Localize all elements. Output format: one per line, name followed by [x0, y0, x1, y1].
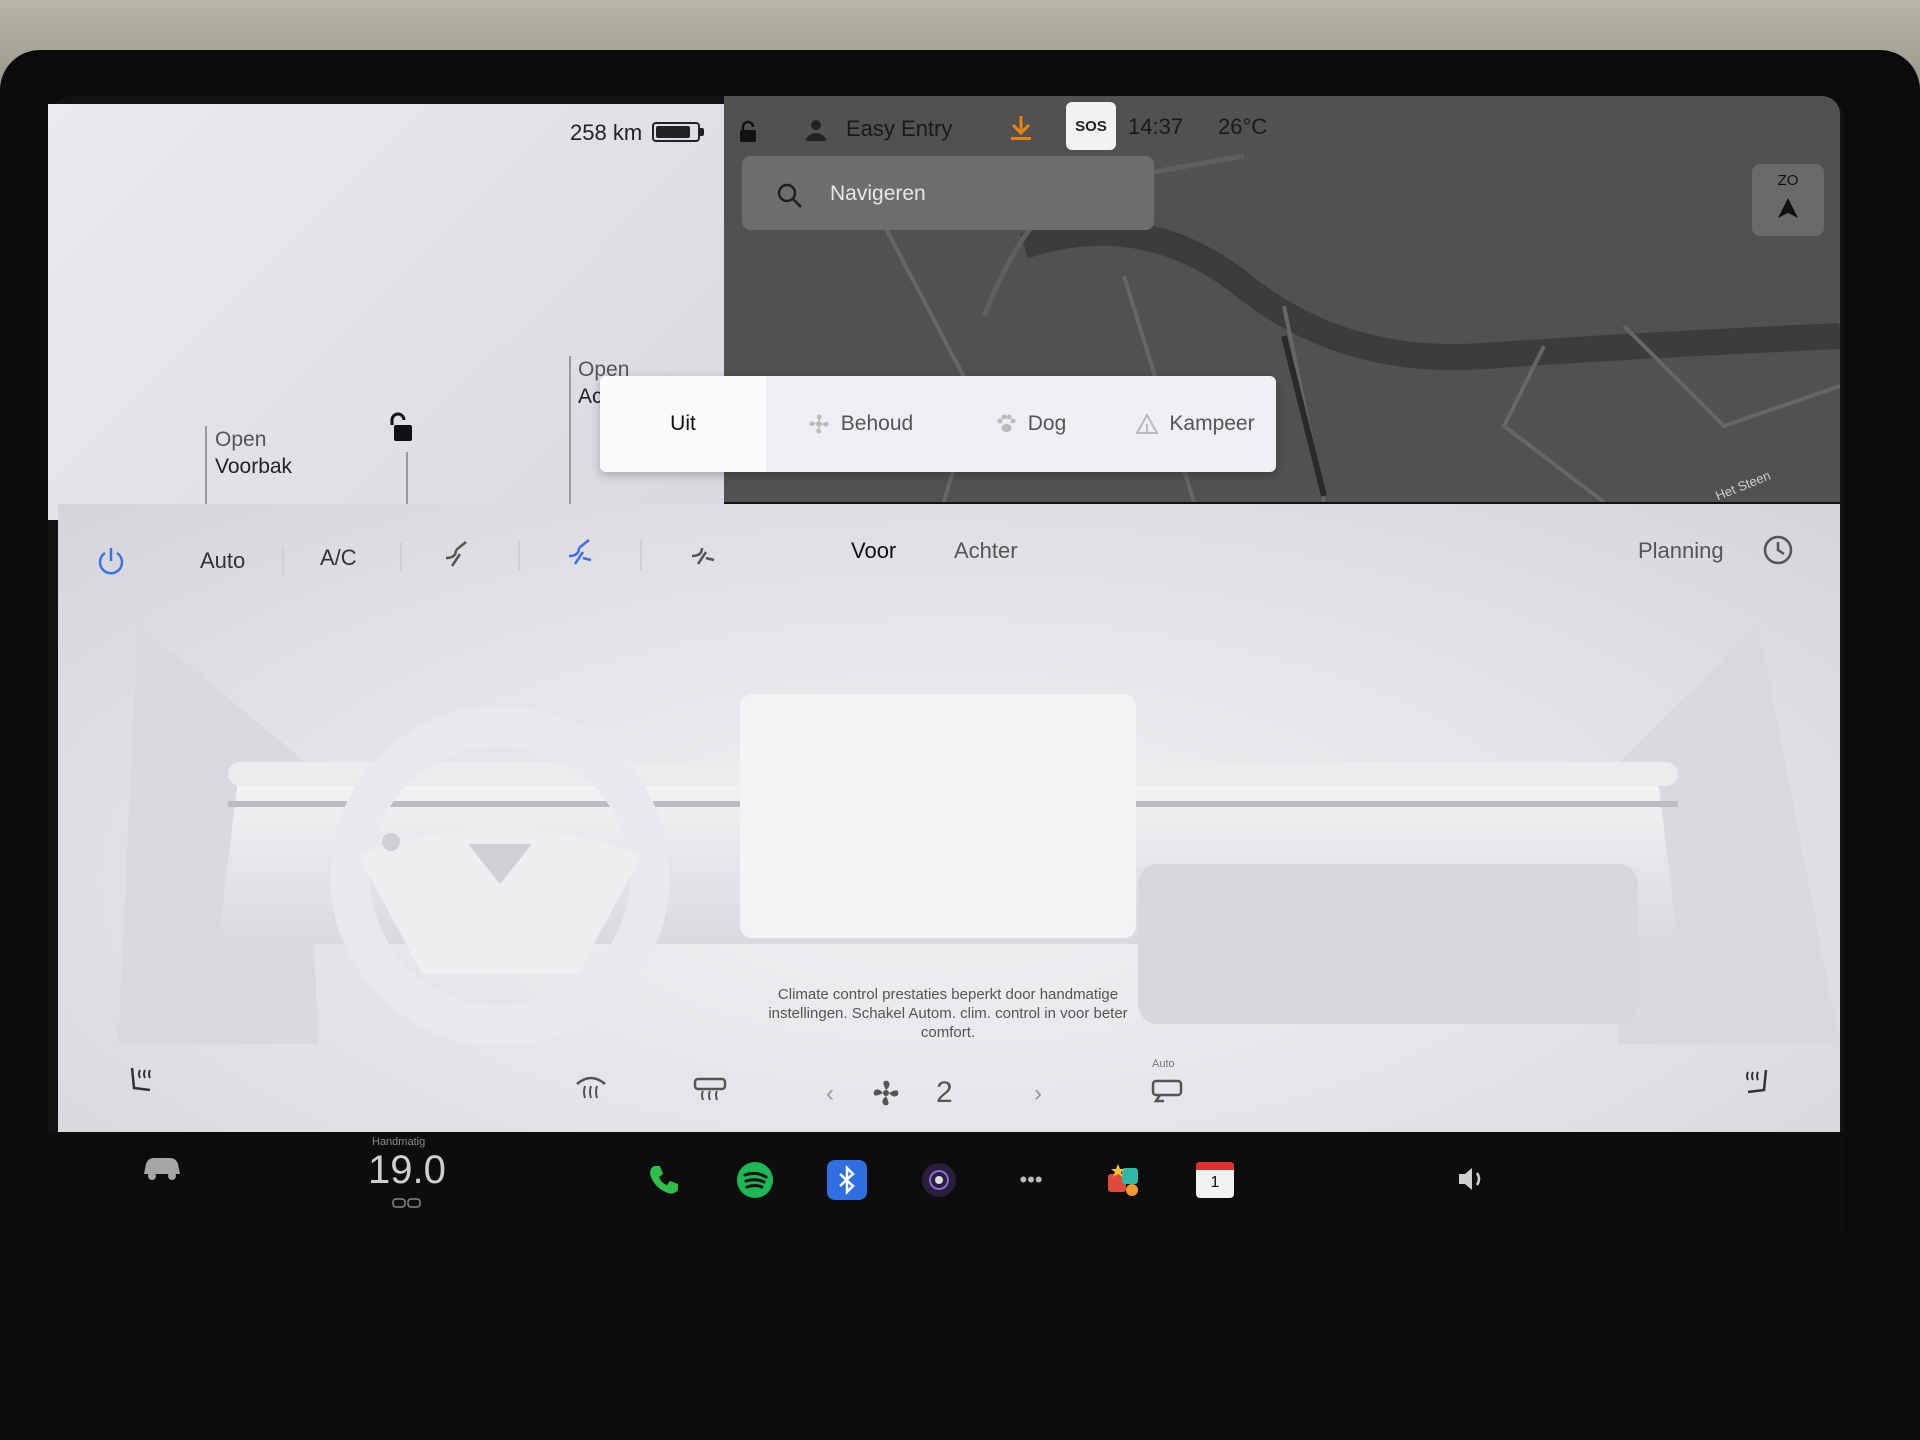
divider — [640, 540, 642, 570]
rear-defrost-button[interactable] — [574, 1074, 608, 1107]
airflow-face-feet-button[interactable] — [565, 536, 595, 571]
fan-speed: 2 — [936, 1076, 953, 1109]
mode-dog-label: Dog — [1027, 412, 1067, 435]
airflow-feet-icon — [691, 547, 715, 565]
airflow-face-icon — [445, 541, 467, 567]
battery-icon — [652, 122, 700, 142]
calendar-header — [1196, 1162, 1234, 1170]
schedule-button[interactable]: Planning — [1638, 538, 1724, 564]
seat-heater-icon — [1746, 1069, 1768, 1094]
battery-tip — [700, 128, 704, 136]
seat-heat-indicators-icon — [392, 1196, 422, 1214]
mode-off-label: Uit — [670, 412, 696, 435]
recirculation-mode-label: Auto — [1152, 1058, 1175, 1070]
front-defrost-icon — [693, 1077, 727, 1101]
compass-heading: ZO — [1777, 172, 1799, 189]
mode-camp-button[interactable]: Kampeer — [1120, 376, 1270, 472]
divider — [518, 540, 520, 570]
toybox-icon[interactable] — [1104, 1160, 1144, 1200]
climate-warning: Climate control prestaties beperkt door … — [768, 986, 1128, 1041]
clock: 14:37 — [1128, 114, 1184, 139]
recirculation-icon — [1151, 1079, 1183, 1103]
airflow-face-feet-icon — [568, 539, 592, 565]
rear-defrost-icon — [576, 1076, 606, 1099]
airflow-feet-button[interactable] — [688, 536, 718, 571]
tab-front[interactable]: Voor — [851, 538, 896, 564]
bluetooth-icon[interactable] — [827, 1160, 867, 1200]
unlock-icon[interactable] — [388, 412, 418, 449]
mode-off-button[interactable]: Uit — [600, 376, 766, 472]
driver-seat-heater-button[interactable] — [126, 1064, 158, 1101]
trunk-leader-line — [569, 356, 571, 504]
navigation-arrow-icon — [1778, 198, 1798, 218]
passenger-seat-heater-button[interactable] — [1740, 1066, 1772, 1103]
calendar-day: 1 — [1210, 1174, 1220, 1191]
climate-power-button[interactable] — [96, 546, 126, 581]
mode-keep-button[interactable]: Behoud — [790, 376, 930, 472]
ac-button[interactable]: A/C — [320, 545, 357, 571]
power-icon — [98, 548, 124, 575]
seat-heater-icon — [130, 1067, 151, 1092]
door-leader-line — [406, 452, 408, 510]
auto-climate-button[interactable]: Auto — [200, 548, 245, 574]
outside-temperature: 26°C — [1218, 114, 1268, 139]
calendar-icon[interactable]: 1 — [1196, 1162, 1234, 1198]
front-defrost-button[interactable] — [692, 1076, 728, 1107]
tent-icon — [1135, 412, 1160, 434]
airflow-face-button[interactable] — [442, 538, 472, 573]
divider — [282, 546, 284, 576]
mode-dog-button[interactable]: Dog — [970, 376, 1090, 472]
center-display-illustration — [740, 694, 1136, 938]
profile-icon[interactable] — [804, 118, 828, 147]
driver-profile-button[interactable]: Easy Entry — [846, 116, 952, 142]
tab-rear[interactable]: Achter — [954, 538, 1018, 564]
mode-camp-label: Kampeer — [1169, 412, 1255, 435]
fan-icon — [870, 1077, 902, 1114]
phone-icon[interactable] — [644, 1160, 684, 1200]
search-icon — [776, 182, 804, 215]
fan-increase-button[interactable]: › — [1034, 1080, 1042, 1108]
mode-keep-label: Behoud — [840, 412, 914, 435]
frunk-open-button[interactable]: Open Voorbak — [215, 426, 292, 480]
fan-decrease-button[interactable]: ‹ — [826, 1080, 834, 1108]
paw-icon — [997, 414, 1016, 432]
frunk-open-text: Open — [215, 428, 267, 451]
frunk-leader-line — [205, 426, 207, 510]
battery-fill — [656, 126, 690, 138]
download-icon[interactable] — [1008, 114, 1034, 147]
clock-icon[interactable] — [1762, 534, 1794, 571]
divider — [400, 542, 402, 572]
temperature-mode-label: Handmatig — [372, 1136, 426, 1148]
camera-icon[interactable] — [919, 1160, 959, 1200]
camp-mode-selector: Uit Behoud Dog Kampeer — [600, 376, 1276, 472]
recirculation-button[interactable] — [1150, 1078, 1184, 1109]
search-placeholder: Navigeren — [830, 182, 926, 205]
car-icon[interactable] — [140, 1152, 184, 1187]
range-readout: 258 km — [570, 120, 643, 145]
frunk-label: Voorbak — [215, 455, 293, 478]
cabin-temperature[interactable]: 19.0 — [368, 1148, 446, 1193]
fan-icon — [809, 414, 829, 434]
lock-icon[interactable] — [736, 120, 760, 149]
more-apps-icon[interactable]: ••• — [1011, 1160, 1051, 1200]
volume-icon[interactable] — [1456, 1164, 1488, 1199]
compass-button[interactable]: ZO — [1752, 164, 1824, 236]
sos-button[interactable]: SOS — [1066, 102, 1116, 150]
spotify-icon[interactable] — [735, 1160, 775, 1200]
